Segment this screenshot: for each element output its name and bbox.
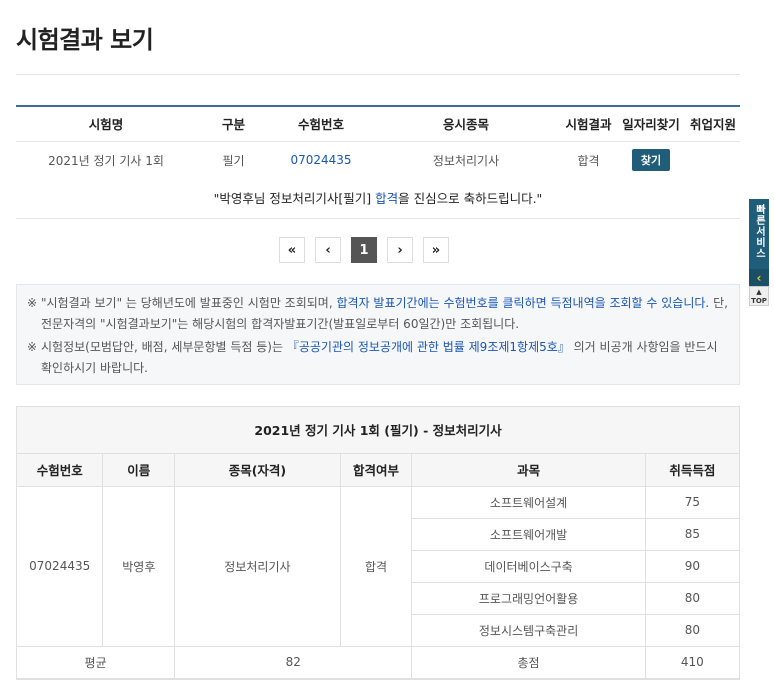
first-page-button[interactable]: « <box>279 237 305 263</box>
exam-name: 2021년 정기 기사 1회 <box>48 153 164 168</box>
exam-summary: 시험명 구분 수험번호 응시종목 시험결과 일자리찾기 취업지원 2021년 정… <box>16 105 740 219</box>
score-detail: 2021년 정기 기사 1회 (필기) - 정보처리기사 수험번호 이름 종목(… <box>16 406 740 680</box>
summary-table: 시험명 구분 수험번호 응시종목 시험결과 일자리찾기 취업지원 2021년 정… <box>16 107 740 179</box>
exam-result: 합격 <box>577 153 600 168</box>
total-value: 410 <box>644 645 739 679</box>
quick-service-tab[interactable]: 빠른서비스 <box>749 199 769 269</box>
subject-score: 75 <box>644 485 739 519</box>
summary-header: 응시종목 <box>371 107 561 142</box>
subject-name: 프로그래밍언어활용 <box>411 581 646 615</box>
average-value: 82 <box>174 645 413 679</box>
title-divider <box>16 74 740 75</box>
candidate-number: 07024435 <box>17 485 104 647</box>
scroll-top-button[interactable]: ▲ TOP <box>749 286 769 306</box>
last-page-button[interactable]: » <box>423 237 449 263</box>
summary-header: 수험번호 <box>271 107 371 142</box>
summary-row: 평균 82 총점 410 <box>17 645 739 679</box>
congrats-highlight: 합격 <box>375 191 399 206</box>
subject-score: 80 <box>644 613 739 647</box>
summary-header: 구분 <box>196 107 271 142</box>
collapse-arrow-icon[interactable]: ‹ <box>749 269 769 286</box>
summary-header: 취업지원 <box>686 107 740 142</box>
prev-page-button[interactable]: ‹ <box>315 237 341 263</box>
subject-score: 85 <box>644 517 739 551</box>
subject-score: 90 <box>644 549 739 583</box>
subject-name: 소프트웨어설계 <box>411 485 646 519</box>
summary-header: 시험명 <box>16 107 196 142</box>
score-header: 합격여부 <box>339 454 413 487</box>
current-page[interactable]: 1 <box>351 237 377 263</box>
score-header: 종목(자격) <box>174 454 341 487</box>
up-arrow-icon: ▲ <box>756 288 762 296</box>
pagination: « ‹ 1 › » <box>279 237 449 263</box>
exam-subject: 정보처리기사 <box>432 153 500 168</box>
notice-box: ※ "시험결과 보기" 는 당해년도에 발표중인 시험만 조회되며, 합격자 발표… <box>16 284 740 385</box>
exam-type: 필기 <box>222 153 245 168</box>
page-title: 시험결과 보기 <box>16 26 154 54</box>
total-label: 총점 <box>411 645 646 679</box>
subject-name: 소프트웨어개발 <box>411 517 646 551</box>
summary-header: 일자리찾기 <box>616 107 686 142</box>
employment-support-cell <box>686 141 740 179</box>
average-label: 평균 <box>17 645 176 679</box>
score-header: 취득득점 <box>644 454 739 487</box>
next-page-button[interactable]: › <box>387 237 413 263</box>
candidate-name: 박영후 <box>102 485 176 647</box>
subject-name: 정보시스템구축관리 <box>411 613 646 647</box>
subject-name: 데이터베이스구축 <box>411 549 646 583</box>
notice-item: ※ 시험정보(모범답안, 배점, 세부문항별 득점 등)는 『공공기관의 정보공개… <box>27 340 718 375</box>
find-job-button[interactable]: 찾기 <box>631 149 671 172</box>
score-table: 수험번호 이름 종목(자격) 합격여부 과목 취득득점 07024435 박영후… <box>17 454 739 679</box>
quick-service-panel: 빠른서비스 ‹ ▲ TOP <box>749 199 769 306</box>
exam-number-link[interactable]: 07024435 <box>290 153 351 167</box>
score-header: 과목 <box>411 454 646 487</box>
score-header: 이름 <box>102 454 176 487</box>
score-detail-title: 2021년 정기 기사 1회 (필기) - 정보처리기사 <box>17 407 739 454</box>
summary-row: 2021년 정기 기사 1회 필기 07024435 정보처리기사 합격 찾기 <box>16 141 740 179</box>
summary-header: 시험결과 <box>561 107 616 142</box>
notice-item: ※ "시험결과 보기" 는 당해년도에 발표중인 시험만 조회되며, 합격자 발표… <box>27 296 728 331</box>
table-row: 07024435 박영후 정보처리기사 합격 소프트웨어설계 75 <box>17 485 739 647</box>
subject-score: 80 <box>644 581 739 615</box>
candidate-qualification: 정보처리기사 <box>174 485 341 647</box>
congrats-message: "박영후님 정보처리기사[필기] 합격을 진심으로 축하드립니다." <box>16 179 740 219</box>
candidate-pass: 합격 <box>339 485 413 647</box>
score-header: 수험번호 <box>17 454 104 487</box>
law-link[interactable]: 『공공기관의 정보공개에 관한 법률 제9조제1항제5호』 <box>287 340 570 354</box>
